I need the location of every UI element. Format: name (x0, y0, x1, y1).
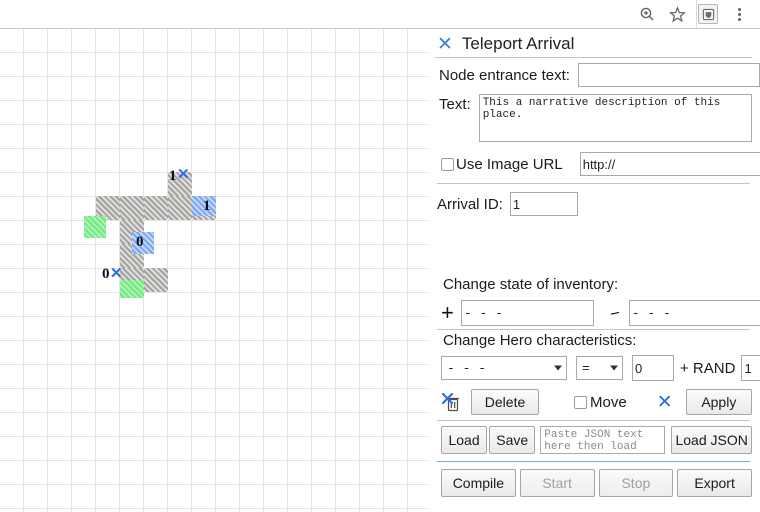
apply-button[interactable]: Apply (685, 389, 752, 415)
text-row: Text: This a narrative description of th… (439, 94, 752, 142)
marker-teleport-0-mid[interactable]: 0 (136, 235, 144, 250)
cancel-icon[interactable]: ✕ (657, 393, 673, 412)
hero-op-select[interactable]: = (576, 356, 623, 380)
marker-teleport-1-right[interactable]: 1 (203, 199, 211, 214)
json-paste-textarea[interactable] (540, 426, 666, 454)
image-url-divider (437, 183, 750, 184)
image-url-row: Use Image URL (441, 152, 760, 176)
app-root: 1 ✕ 1 0 0 ✕ ✕ Teleport Arrival Node entrance … (0, 0, 760, 512)
use-image-url-label: Use Image URL (456, 155, 563, 173)
compile-button[interactable]: Compile (441, 469, 516, 497)
inventory-remove-input[interactable] (628, 300, 760, 326)
file-row: Load Save Load JSON (441, 426, 752, 454)
actions-divider (437, 420, 750, 421)
load-button[interactable]: Load (441, 426, 488, 454)
run-row: Compile Start Stop Export (441, 469, 752, 497)
teleport-arrival-panel: ✕ Teleport Arrival Node entrance text: T… (429, 29, 760, 512)
marker-close-icon[interactable]: ✕ (177, 167, 190, 182)
trash-icon[interactable] (441, 392, 461, 412)
inventory-heading: Change state of inventory: (443, 276, 619, 293)
save-button[interactable]: Save (489, 426, 536, 454)
actions-row: Delete Move ✕ Apply (441, 389, 752, 415)
hero-row: - - - = + RAND (441, 355, 760, 381)
text-label: Text: (439, 96, 471, 113)
export-button[interactable]: Export (677, 469, 752, 497)
browser-toolbar (0, 0, 760, 29)
marker-teleport-0-left[interactable]: 0 (102, 267, 110, 282)
hero-amount-input[interactable] (632, 355, 674, 381)
marker-teleport-1-top[interactable]: 1 (169, 169, 177, 184)
inventory-section: Change state of inventory: + − (435, 276, 760, 330)
inventory-add-input[interactable] (460, 300, 594, 326)
start-button[interactable]: Start (519, 469, 595, 497)
hero-stat-select[interactable]: - - - (441, 356, 567, 380)
omnibox-area[interactable] (0, 0, 697, 28)
panel-title: Teleport Arrival (461, 34, 575, 53)
use-image-url-checkbox[interactable] (441, 157, 454, 171)
narrative-textarea[interactable]: This a narrative description of this pla… (478, 94, 752, 142)
map-tile-wall[interactable] (168, 196, 192, 220)
inventory-remove-icon[interactable]: − (608, 303, 622, 324)
hero-heading: Change Hero characteristics: (443, 332, 637, 349)
move-checkbox[interactable] (574, 395, 588, 409)
rand-label: + RAND (680, 359, 736, 377)
map-canvas[interactable]: 1 ✕ 1 0 0 ✕ (0, 29, 429, 512)
arrival-id-label: Arrival ID: (437, 195, 503, 213)
map-tile-green[interactable] (120, 280, 144, 298)
extension-icon[interactable] (698, 4, 718, 24)
browser-toolbar-icons (632, 0, 760, 28)
map-tile-wall[interactable] (120, 196, 144, 220)
hero-section: Change Hero characteristics: - - - = + R… (435, 332, 760, 381)
marker-close-icon[interactable]: ✕ (110, 266, 123, 281)
map-tile-green[interactable] (84, 216, 106, 238)
load-json-button[interactable]: Load JSON (671, 426, 752, 454)
panel-header: ✕ Teleport Arrival (435, 34, 752, 54)
hero-rand-input[interactable] (741, 355, 760, 381)
hero-stat-select-wrap: - - - (441, 356, 567, 380)
delete-button[interactable]: Delete (471, 389, 540, 415)
move-label: Move (590, 393, 627, 411)
zoom-icon[interactable] (632, 0, 662, 28)
hero-op-select-wrap: = (576, 356, 623, 380)
node-entrance-label: Node entrance text: (439, 66, 570, 84)
map-tile-wall[interactable] (144, 268, 168, 292)
chrome-menu-icon[interactable] (724, 0, 754, 28)
inventory-add-icon[interactable]: + (441, 302, 454, 324)
stop-button[interactable]: Stop (598, 469, 674, 497)
map-tile-wall[interactable] (144, 196, 168, 220)
header-divider (435, 57, 752, 58)
inventory-row: + − (441, 300, 760, 326)
image-url-input[interactable] (579, 152, 760, 176)
node-entrance-input[interactable] (577, 63, 760, 87)
arrival-id-input[interactable] (509, 192, 578, 216)
file-divider (437, 461, 750, 462)
inventory-divider (437, 329, 750, 330)
bookmark-star-icon[interactable] (662, 0, 692, 28)
node-entrance-row: Node entrance text: (439, 63, 760, 87)
arrival-id-row: Arrival ID: (437, 192, 752, 216)
close-icon[interactable]: ✕ (437, 35, 453, 54)
